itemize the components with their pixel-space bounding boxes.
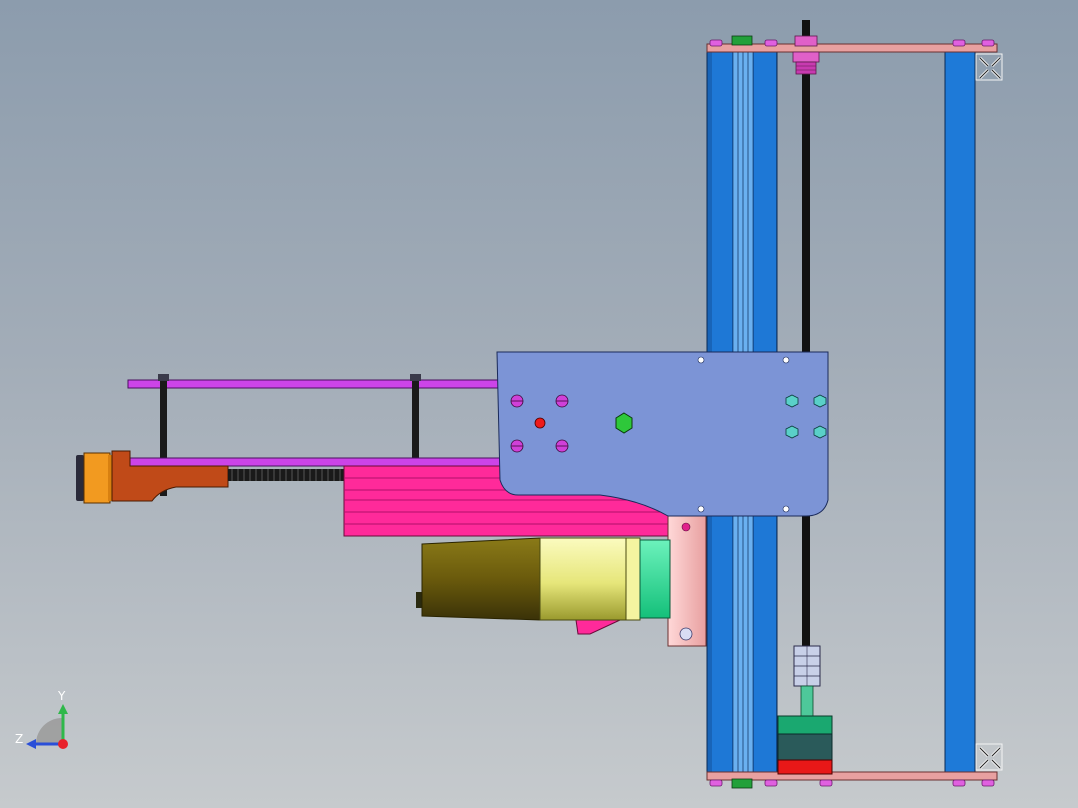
lower-stepper-motor [777,715,833,775]
arm-stepper-motor [76,452,114,504]
move-handle-icon[interactable] [975,743,1003,771]
motor-mount [667,515,707,647]
triad-z-label: Z [15,732,24,746]
upper-purple-bar [127,379,505,389]
view-triad-icon[interactable] [26,704,68,749]
assembly-model [26,20,1003,789]
gear-motor [416,537,671,621]
carriage-plate [496,351,829,517]
bottom-green-block [731,778,753,789]
top-green-block [731,35,753,46]
graphics-viewport[interactable]: Y Z [0,0,1078,808]
top-bearing-nut [792,35,820,75]
lower-purple-bar [129,457,505,467]
move-handle-icon[interactable] [975,53,1003,81]
green-hex-nut [615,412,633,434]
lead-screw [802,20,810,660]
lower-coupler [793,645,821,717]
triad-y-label: Y [58,689,66,703]
red-pivot [534,417,546,429]
right-extrusion-rail [944,47,976,777]
threaded-rod [228,469,348,481]
